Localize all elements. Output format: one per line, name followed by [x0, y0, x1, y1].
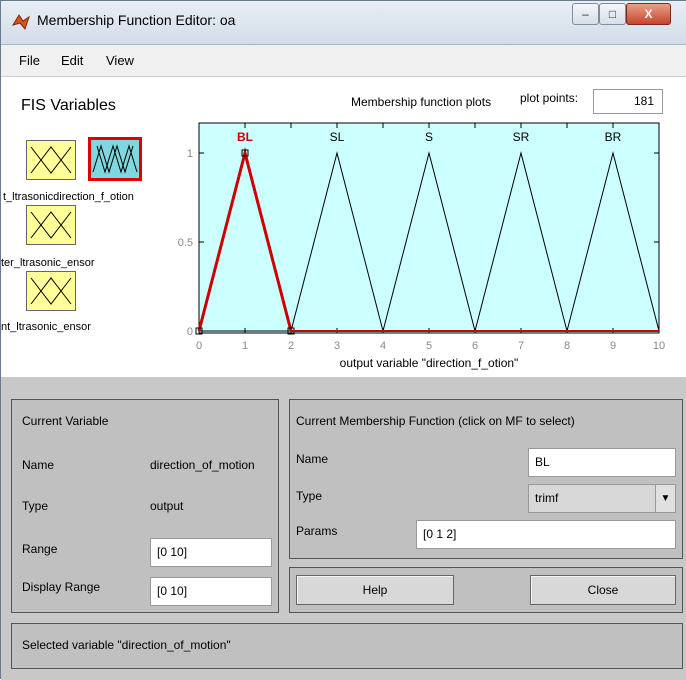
y-tick-label: 0: [187, 326, 193, 338]
window-title: Membership Function Editor: oa: [37, 12, 236, 28]
title-bar: Membership Function Editor: oa – □ X: [1, 1, 686, 45]
x-tick-label: 10: [653, 340, 665, 352]
mf-shape-icon: [30, 277, 72, 305]
variable-name-value: direction_of_motion: [150, 458, 255, 472]
current-mf-panel: Current Membership Function (click on MF…: [289, 399, 683, 559]
display-range-label: Display Range: [22, 580, 101, 594]
close-window-button[interactable]: X: [626, 3, 671, 25]
menu-bar: File Edit View: [1, 45, 686, 77]
mf-name-input[interactable]: BL: [528, 448, 676, 477]
mf-type-dropdown[interactable]: trimf ▼: [528, 484, 676, 513]
membership-function-chart[interactable]: 00.510 1 2 3 4 5 6 7 8 9 10SL S SR BRBLoutput variabl…: [171, 117, 681, 375]
variable-label-row3: nt_ltrasonic_ensor: [1, 321, 91, 333]
variable-label-row2: ter_ltrasonic_ensor: [1, 257, 95, 269]
current-variable-panel: Current Variable Name direction_of_motio…: [11, 399, 279, 613]
matlab-icon: [11, 14, 30, 31]
x-tick-label: 7: [518, 340, 524, 352]
status-panel: Selected variable "direction_of_motion": [11, 623, 683, 669]
x-tick-label: 8: [564, 340, 570, 352]
upper-area: FIS Variables t_ltrasonicdirection_f_oti…: [1, 77, 686, 377]
mf-name-label: Name: [296, 452, 329, 466]
plot-title: Membership function plots: [351, 95, 492, 109]
mf-label-br: BR: [605, 130, 622, 144]
x-tick-label: 9: [610, 340, 616, 352]
mf-label-sr: SR: [513, 130, 530, 144]
menu-file[interactable]: File: [19, 53, 40, 68]
variable-label-row1: t_ltrasonicdirection_f_otion: [3, 191, 134, 203]
mf-shape-icon: [30, 211, 72, 239]
fis-variables-title: FIS Variables: [21, 97, 116, 114]
mf-label-sl: SL: [330, 130, 345, 144]
plot-points-input[interactable]: 181: [593, 89, 663, 114]
variable-name-label: Name: [22, 458, 55, 472]
range-label: Range: [22, 542, 58, 556]
input-variable-1-icon[interactable]: [26, 140, 76, 180]
variable-type-value: output: [150, 499, 184, 513]
output-variable-icon[interactable]: [88, 137, 142, 181]
mf-editor-window: Membership Function Editor: oa – □ X Fil…: [0, 0, 686, 680]
mf-shape-icon: [92, 144, 138, 174]
button-panel: Help Close: [289, 567, 683, 613]
y-tick-label: 0.5: [178, 237, 193, 249]
display-range-input[interactable]: [0 10]: [150, 577, 272, 606]
close-button[interactable]: Close: [530, 575, 676, 605]
mf-label-bl: BL: [237, 130, 253, 144]
menu-view[interactable]: View: [106, 53, 134, 68]
variable-type-label: Type: [22, 499, 49, 513]
x-tick-label: 1: [242, 340, 248, 352]
input-variable-2-icon[interactable]: [26, 205, 76, 245]
current-mf-title: Current Membership Function (click on MF…: [296, 414, 575, 428]
mf-shape-icon: [30, 146, 72, 174]
x-axis-label: output variable "direction_f_otion": [340, 356, 519, 370]
plot-points-label: plot points:: [520, 91, 579, 105]
x-tick-label: 4: [380, 340, 386, 352]
mf-label-s: S: [425, 130, 433, 144]
menu-edit[interactable]: Edit: [61, 53, 83, 68]
x-tick-label: 6: [472, 340, 478, 352]
mf-type-value: trimf: [535, 491, 559, 505]
x-tick-label: 0: [196, 340, 202, 352]
minimize-button[interactable]: –: [572, 3, 599, 25]
y-tick-label: 1: [187, 148, 193, 160]
current-variable-title: Current Variable: [22, 414, 109, 428]
mf-type-label: Type: [296, 489, 323, 503]
x-tick-label: 5: [426, 340, 432, 352]
status-text: Selected variable "direction_of_motion": [22, 638, 231, 652]
x-tick-label: 2: [288, 340, 294, 352]
chevron-down-icon[interactable]: ▼: [655, 485, 675, 512]
mf-params-input[interactable]: [0 1 2]: [416, 520, 676, 549]
lower-area: Current Variable Name direction_of_motio…: [1, 377, 686, 680]
input-variable-3-icon[interactable]: [26, 271, 76, 311]
maximize-button[interactable]: □: [599, 3, 626, 25]
x-tick-label: 3: [334, 340, 340, 352]
range-input[interactable]: [0 10]: [150, 538, 272, 567]
mf-params-label: Params: [296, 524, 338, 538]
help-button[interactable]: Help: [296, 575, 454, 605]
